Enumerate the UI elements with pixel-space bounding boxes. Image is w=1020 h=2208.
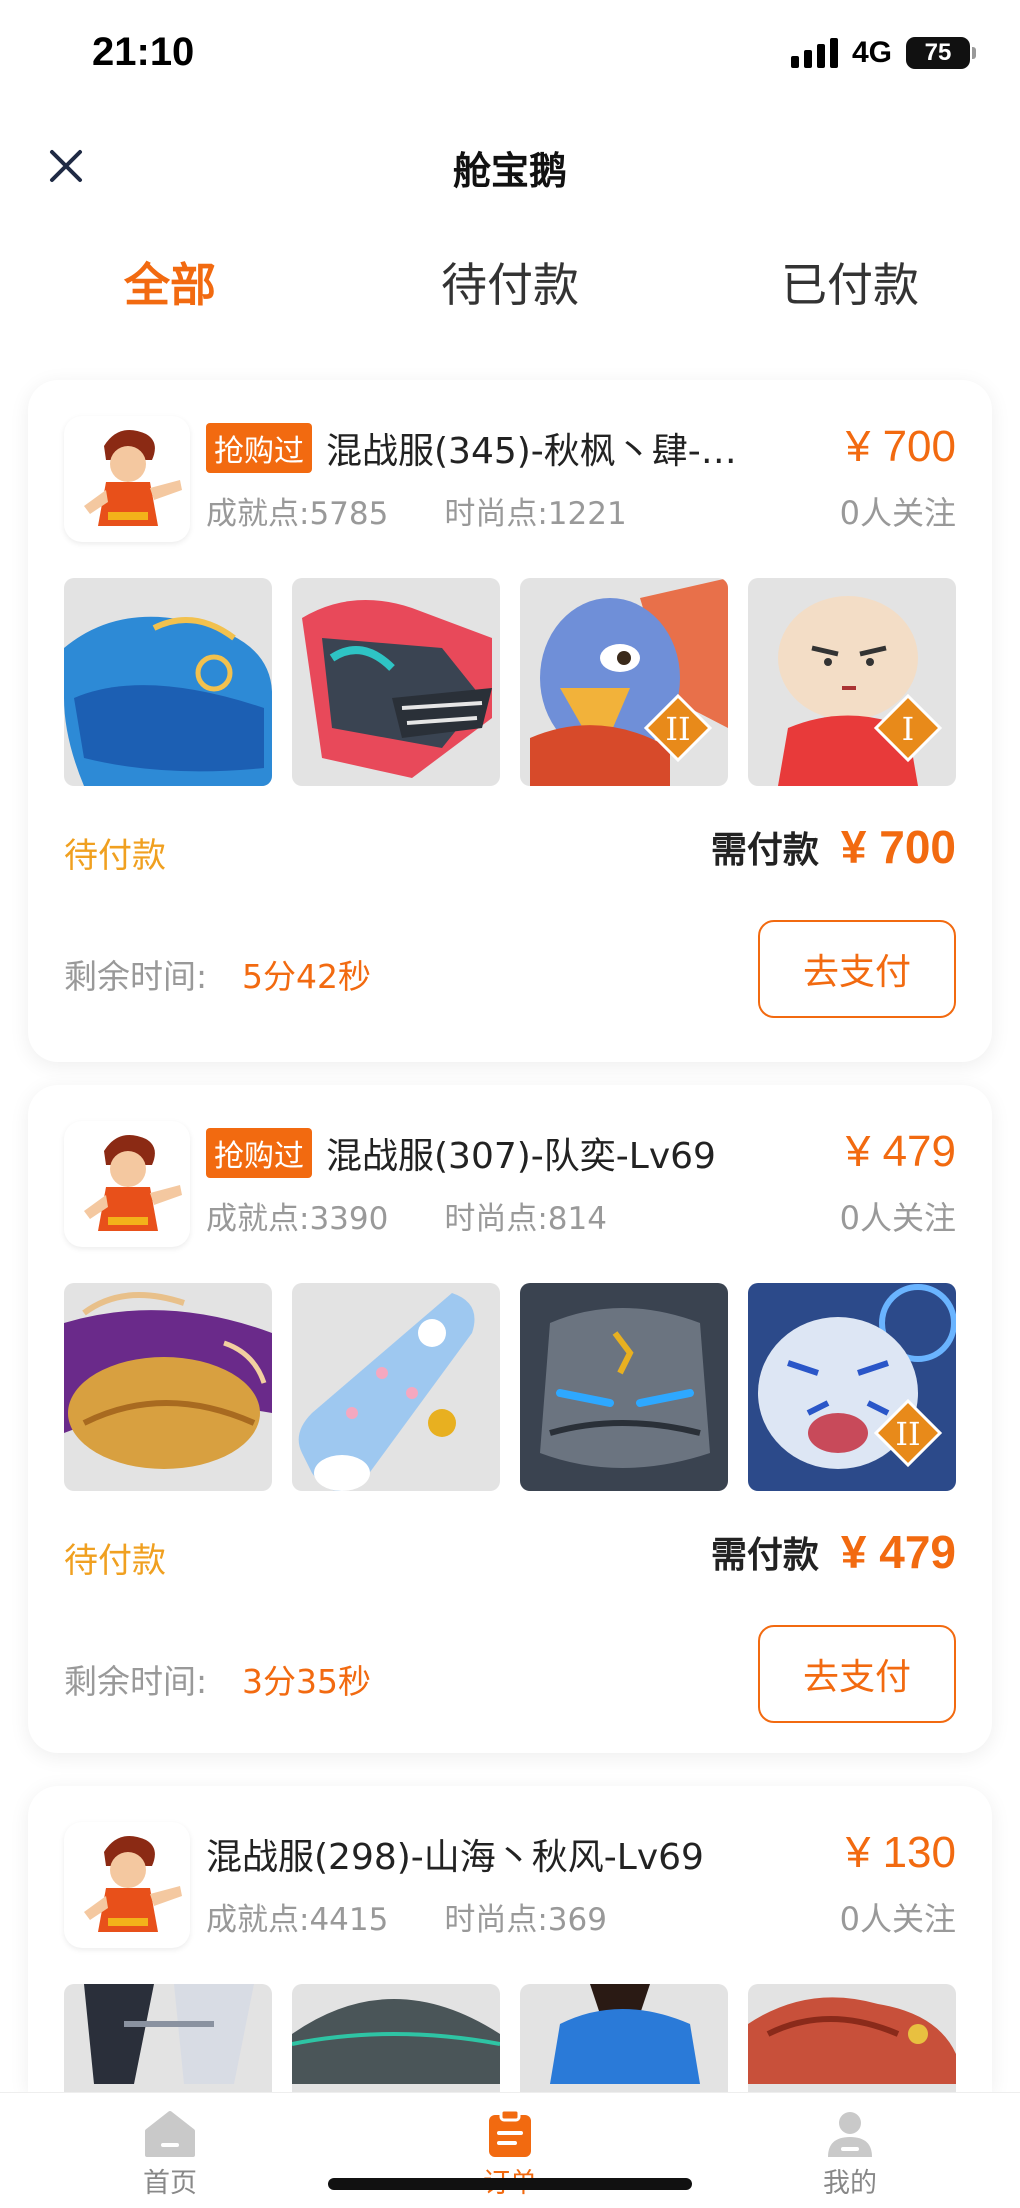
order-icon [489, 2109, 531, 2157]
item-thumb-purple-whale[interactable] [64, 1283, 272, 1491]
order-card[interactable]: 抢购过 混战服(345)-秋枫丶肆-… ¥ 700 成就点:5785 时尚点:1… [28, 380, 992, 1062]
order-title-row: 抢购过 混战服(345)-秋枫丶肆-… [206, 422, 746, 474]
amount-due-label: 需付款 [710, 1535, 819, 1576]
battery-icon: 75 [906, 37, 976, 69]
avatar [64, 416, 190, 542]
tabbar-home[interactable]: 首页 [0, 2093, 340, 2208]
order-title: 混战服(345)-秋枫丶肆-… [326, 431, 737, 472]
follower-count: 0人关注 [839, 494, 956, 532]
achievement-points: 成就点:5785 [206, 496, 389, 532]
tab-all[interactable]: 全部 [0, 222, 340, 342]
tabbar-profile[interactable]: 我的 [680, 2093, 1020, 2208]
item-thumb-red-dragon[interactable] [748, 1984, 956, 2092]
svg-text:II: II [895, 1415, 920, 1453]
order-price: ¥ 479 [845, 1127, 956, 1176]
status-bar: 21:10 4G 75 [0, 0, 1020, 110]
avatar [64, 1822, 190, 1948]
order-card-header: 混战服(298)-山海丶秋风-Lv69 ¥ 130 成就点:4415 时尚点:3… [64, 1822, 956, 1952]
amount-due-label: 需付款 [710, 830, 819, 871]
status-indicators: 4G 75 [790, 36, 976, 70]
svg-text:II: II [665, 710, 690, 748]
order-card[interactable]: 混战服(298)-山海丶秋风-Lv69 ¥ 130 成就点:4415 时尚点:3… [28, 1786, 992, 2092]
item-thumb-stone-golem[interactable] [520, 1283, 728, 1491]
item-thumb-skateboard[interactable] [292, 1283, 500, 1491]
amount-due: 需付款 ¥ 700 [711, 820, 956, 874]
amount-due-value: ¥ 700 [840, 821, 956, 873]
order-status-row: 待付款 需付款 ¥ 479 [64, 1525, 956, 1585]
nav-header: 舱宝鹅 [0, 110, 1020, 222]
item-thumb-bun-character-rank-i[interactable]: I [748, 578, 956, 786]
home-icon [145, 2111, 195, 2157]
achievement-points: 成就点:4415 [206, 1902, 389, 1938]
follower-count: 0人关注 [839, 1199, 956, 1237]
item-thumbnails [64, 1984, 956, 2092]
item-thumb-silver-armor[interactable] [64, 1984, 272, 2092]
flash-sale-badge: 抢购过 [206, 1128, 312, 1178]
order-title-row: 混战服(298)-山海丶秋风-Lv69 [206, 1828, 746, 1880]
page-title: 舱宝鹅 [452, 149, 567, 193]
pay-button[interactable]: 去支付 [758, 1625, 956, 1723]
item-thumb-blue-hat[interactable] [520, 1984, 728, 2092]
countdown-row: 剩余时间: 5分42秒 去支付 [64, 920, 956, 1020]
profile-icon [828, 2112, 872, 2157]
amount-due-value: ¥ 479 [840, 1526, 956, 1578]
order-title-row: 抢购过 混战服(307)-队奕-Lv69 [206, 1127, 746, 1179]
pay-button[interactable]: 去支付 [758, 920, 956, 1018]
order-title: 混战服(298)-山海丶秋风-Lv69 [206, 1837, 704, 1878]
order-status: 待付款 [64, 1541, 166, 1581]
order-price: ¥ 130 [845, 1828, 956, 1877]
order-card-header: 抢购过 混战服(345)-秋枫丶肆-… ¥ 700 成就点:5785 时尚点:1… [64, 416, 956, 546]
order-points: 成就点:4415 时尚点:369 [206, 1894, 607, 1939]
countdown-value: 5分42秒 [242, 957, 371, 996]
achievement-points: 成就点:3390 [206, 1201, 389, 1237]
order-tabs: 全部 待付款 已付款 [0, 222, 1020, 342]
home-indicator [328, 2178, 692, 2190]
amount-due: 需付款 ¥ 479 [711, 1525, 956, 1579]
fashion-points: 时尚点:369 [444, 1902, 607, 1938]
avatar [64, 1121, 190, 1247]
item-thumbnails: II I [64, 578, 956, 786]
tab-paid[interactable]: 已付款 [680, 222, 1020, 342]
item-thumb-white-tiger-rank-ii[interactable]: II [748, 1283, 956, 1491]
tab-pending-payment[interactable]: 待付款 [340, 222, 680, 342]
flash-sale-badge: 抢购过 [206, 423, 312, 473]
item-thumb-eagle-rank-ii[interactable]: II [520, 578, 728, 786]
network-type: 4G [851, 36, 892, 69]
item-thumbnails: II [64, 1283, 956, 1491]
tabbar-profile-label: 我的 [823, 2168, 877, 2199]
countdown-value: 3分35秒 [242, 1662, 371, 1701]
fashion-points: 时尚点:1221 [444, 496, 627, 532]
tabbar-home-label: 首页 [143, 2168, 197, 2199]
signal-icon [790, 38, 838, 68]
order-points: 成就点:3390 时尚点:814 [206, 1193, 607, 1238]
fashion-points: 时尚点:814 [444, 1201, 607, 1237]
order-title: 混战服(307)-队奕-Lv69 [326, 1136, 716, 1177]
tabbar-orders[interactable]: 订单 [340, 2093, 680, 2208]
svg-text:I: I [902, 710, 915, 748]
status-time: 21:10 [92, 30, 195, 74]
countdown-row: 剩余时间: 3分35秒 去支付 [64, 1625, 956, 1725]
countdown-label: 剩余时间: [64, 957, 208, 996]
order-price: ¥ 700 [845, 422, 956, 471]
order-status: 待付款 [64, 836, 166, 876]
follower-count: 0人关注 [839, 1900, 956, 1938]
order-points: 成就点:5785 时尚点:1221 [206, 488, 627, 533]
battery-level: 75 [924, 39, 952, 66]
item-thumb-mech-wolf[interactable] [292, 578, 500, 786]
item-thumb-whale-mount[interactable] [64, 578, 272, 786]
order-status-row: 待付款 需付款 ¥ 700 [64, 820, 956, 880]
order-card-header: 抢购过 混战服(307)-队奕-Lv69 ¥ 479 成就点:3390 时尚点:… [64, 1121, 956, 1251]
item-thumb-grey-hat[interactable] [292, 1984, 500, 2092]
order-card[interactable]: 抢购过 混战服(307)-队奕-Lv69 ¥ 479 成就点:3390 时尚点:… [28, 1085, 992, 1753]
bottom-tab-bar: 首页 订单 我的 [0, 2092, 1020, 2208]
countdown-label: 剩余时间: [64, 1662, 208, 1701]
